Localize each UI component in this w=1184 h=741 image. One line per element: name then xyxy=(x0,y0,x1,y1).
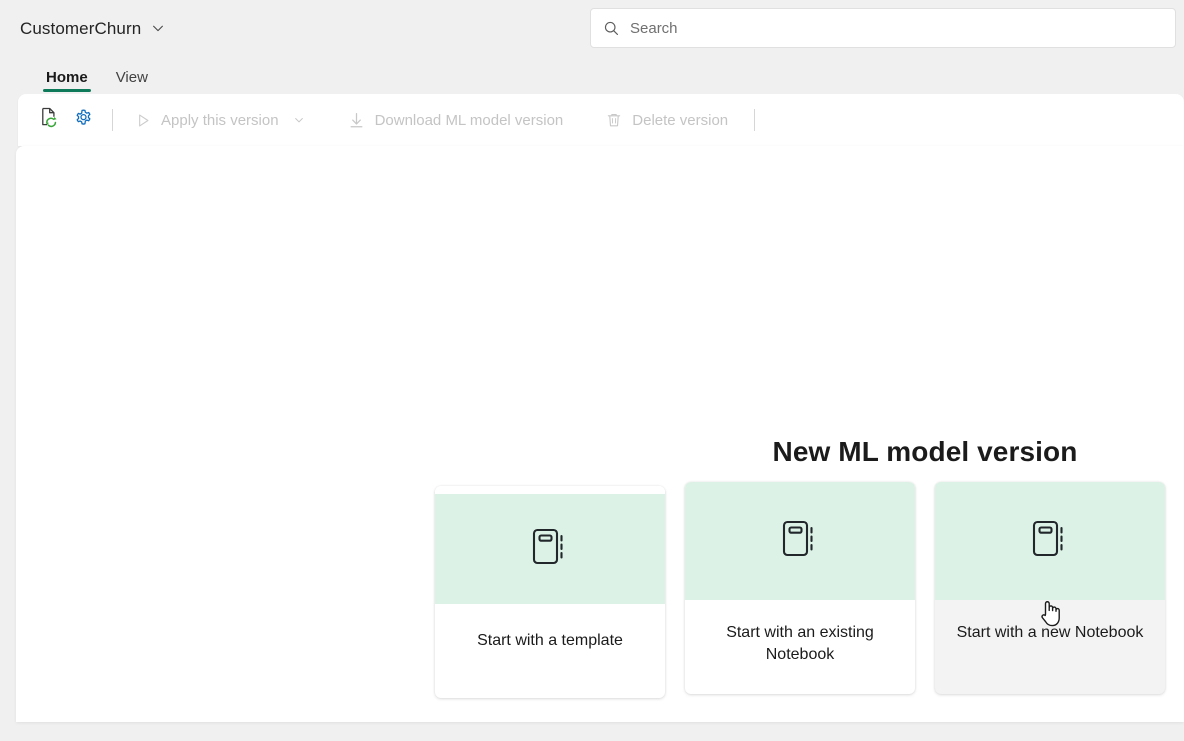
search-box[interactable] xyxy=(590,8,1176,48)
new-version-card-row: Start with a template Start with an exis… xyxy=(435,482,1165,698)
tab-view-label: View xyxy=(115,69,148,86)
delete-version-button[interactable]: Delete version xyxy=(595,103,738,137)
settings-button[interactable] xyxy=(66,103,100,137)
download-icon xyxy=(347,111,366,130)
page-title: New ML model version xyxy=(772,436,1078,467)
card-label: Start with an existing Notebook xyxy=(726,624,874,663)
card-top-spacer xyxy=(435,486,665,494)
top-bar: CustomerChurn xyxy=(0,0,1184,56)
card-thumbnail xyxy=(685,482,915,600)
tab-view[interactable]: View xyxy=(102,70,162,94)
tab-home[interactable]: Home xyxy=(32,70,102,94)
delete-version-label: Delete version xyxy=(632,111,729,129)
main-content-panel: New ML model version Start with a templa… xyxy=(16,146,1184,722)
card-start-with-a-template[interactable]: Start with a template xyxy=(435,486,665,698)
refresh-page-button[interactable] xyxy=(32,103,66,137)
card-thumbnail xyxy=(935,482,1165,600)
search-input[interactable] xyxy=(630,19,1163,37)
card-start-with-a-new-notebook[interactable]: Start with a new Notebook xyxy=(935,482,1165,694)
notebook-icon xyxy=(531,526,569,573)
play-icon xyxy=(135,112,152,129)
chevron-down-icon[interactable] xyxy=(151,21,165,35)
ribbon-tab-bar: Home View xyxy=(0,56,1184,94)
toolbar-divider-1 xyxy=(112,109,113,131)
workspace-switcher[interactable]: CustomerChurn xyxy=(0,20,165,37)
card-label: Start with a new Notebook xyxy=(956,624,1144,641)
gear-icon xyxy=(72,106,95,134)
toolbar-divider-2 xyxy=(754,109,756,131)
tab-home-label: Home xyxy=(46,69,88,86)
apply-this-version-button[interactable]: Apply this version xyxy=(125,103,315,137)
search-icon xyxy=(603,20,620,37)
workspace-title: CustomerChurn xyxy=(20,18,142,38)
notebook-icon xyxy=(1031,518,1069,565)
new-ml-model-version-section: New ML model version Start with a templa… xyxy=(16,146,1184,722)
chevron-down-icon[interactable] xyxy=(293,114,305,126)
ribbon-toolbar: Apply this version Download ML model ver… xyxy=(18,94,1184,146)
notebook-icon xyxy=(781,518,819,565)
card-start-with-an-existing-notebook[interactable]: Start with an existing Notebook xyxy=(685,482,915,694)
card-label: Start with a template xyxy=(477,632,623,649)
download-ml-model-version-button[interactable]: Download ML model version xyxy=(337,103,574,137)
apply-this-version-label: Apply this version xyxy=(161,111,279,129)
trash-icon xyxy=(605,111,623,129)
download-ml-model-version-label: Download ML model version xyxy=(374,111,564,129)
refresh-page-icon xyxy=(38,106,61,134)
card-thumbnail xyxy=(435,494,665,604)
